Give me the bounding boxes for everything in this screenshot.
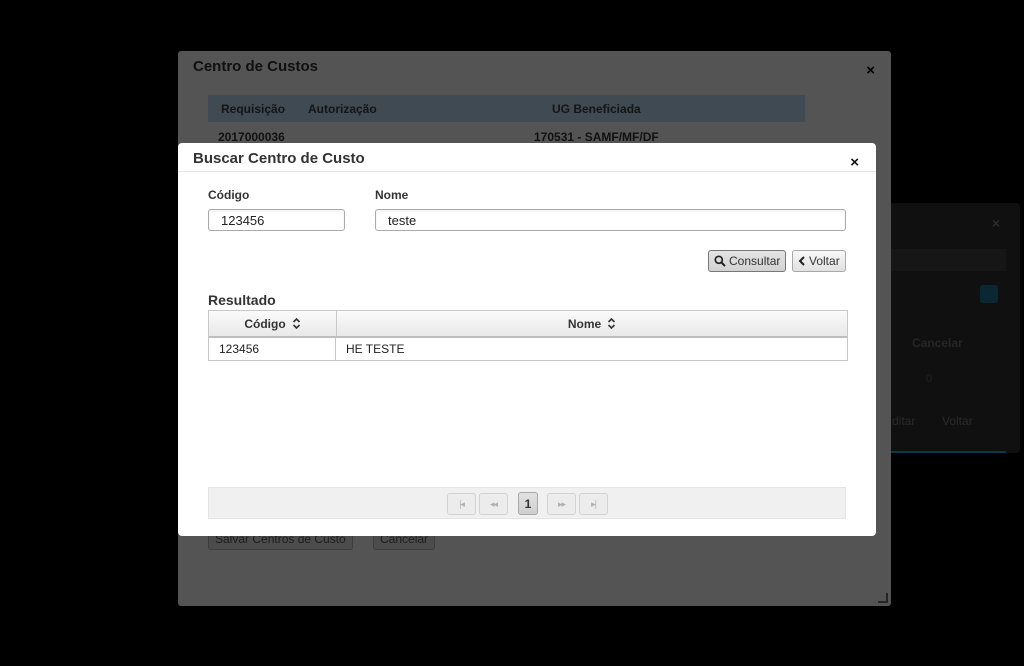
outer-table-header: Requisição Autorização UG Beneficiada [208, 95, 805, 122]
buscar-centro-custo-modal: Buscar Centro de Custo × Código Nome Con… [178, 143, 876, 536]
nome-input[interactable] [375, 209, 846, 231]
codigo-label: Código [208, 188, 250, 202]
chevron-left-icon [798, 256, 806, 266]
next-page-button[interactable]: ▸▸ [547, 493, 576, 515]
close-icon: × [991, 215, 1000, 231]
previous-page-button[interactable]: ◂◂ [479, 493, 508, 515]
last-page-button[interactable]: ▸| [579, 493, 608, 515]
background-back-button: Voltar [942, 414, 973, 428]
background-bar [890, 249, 1006, 271]
table-row[interactable]: 123456 HE TESTE [209, 338, 847, 360]
outer-ug-value: 170531 - SAMF/MF/DF [534, 130, 659, 144]
consultar-button[interactable]: Consultar [708, 250, 786, 272]
pagination: |◂ ◂◂ 1 ▸▸ ▸| [208, 487, 846, 519]
background-dialog: × Cancelar 0 ditar Voltar [880, 203, 1020, 453]
resultado-heading: Resultado [208, 292, 276, 308]
search-icon [714, 255, 726, 267]
row-codigo-cell: 123456 [209, 338, 336, 360]
background-value: 0 [926, 373, 933, 385]
results-table: Código Nome 123456 HE TESTE [208, 310, 848, 361]
sort-codigo-header[interactable]: Código [209, 311, 337, 336]
outer-col-autorizacao: Autorização [308, 101, 377, 116]
outer-requisicao-value: 2017000036 [218, 130, 285, 144]
outer-close-icon: × [866, 62, 875, 79]
outer-dialog-title: Centro de Custos [193, 58, 319, 75]
sort-icon [607, 318, 616, 329]
background-blue-button [980, 285, 998, 303]
codigo-header-label: Código [244, 316, 286, 331]
sort-nome-header[interactable]: Nome [337, 311, 847, 336]
sort-icon [292, 318, 301, 329]
nome-header-label: Nome [567, 316, 602, 331]
background-edit-button: ditar [892, 414, 916, 428]
modal-title: Buscar Centro de Custo [193, 150, 365, 167]
background-line [880, 451, 1006, 453]
outer-col-ug: UG Beneficiada [552, 101, 641, 116]
page-1-button[interactable]: 1 [518, 492, 538, 515]
voltar-button[interactable]: Voltar [792, 250, 846, 272]
results-table-header: Código Nome [209, 311, 847, 338]
nome-label: Nome [375, 188, 409, 202]
close-icon[interactable]: × [850, 154, 859, 171]
title-divider [178, 171, 876, 172]
resize-handle [878, 593, 888, 603]
outer-col-requisicao: Requisição [221, 101, 286, 116]
row-nome-cell: HE TESTE [346, 342, 405, 356]
first-page-button[interactable]: |◂ [447, 493, 476, 515]
voltar-label: Voltar [809, 254, 840, 268]
background-label: Cancelar [912, 336, 963, 350]
consultar-label: Consultar [729, 254, 781, 268]
codigo-input[interactable] [208, 209, 345, 231]
